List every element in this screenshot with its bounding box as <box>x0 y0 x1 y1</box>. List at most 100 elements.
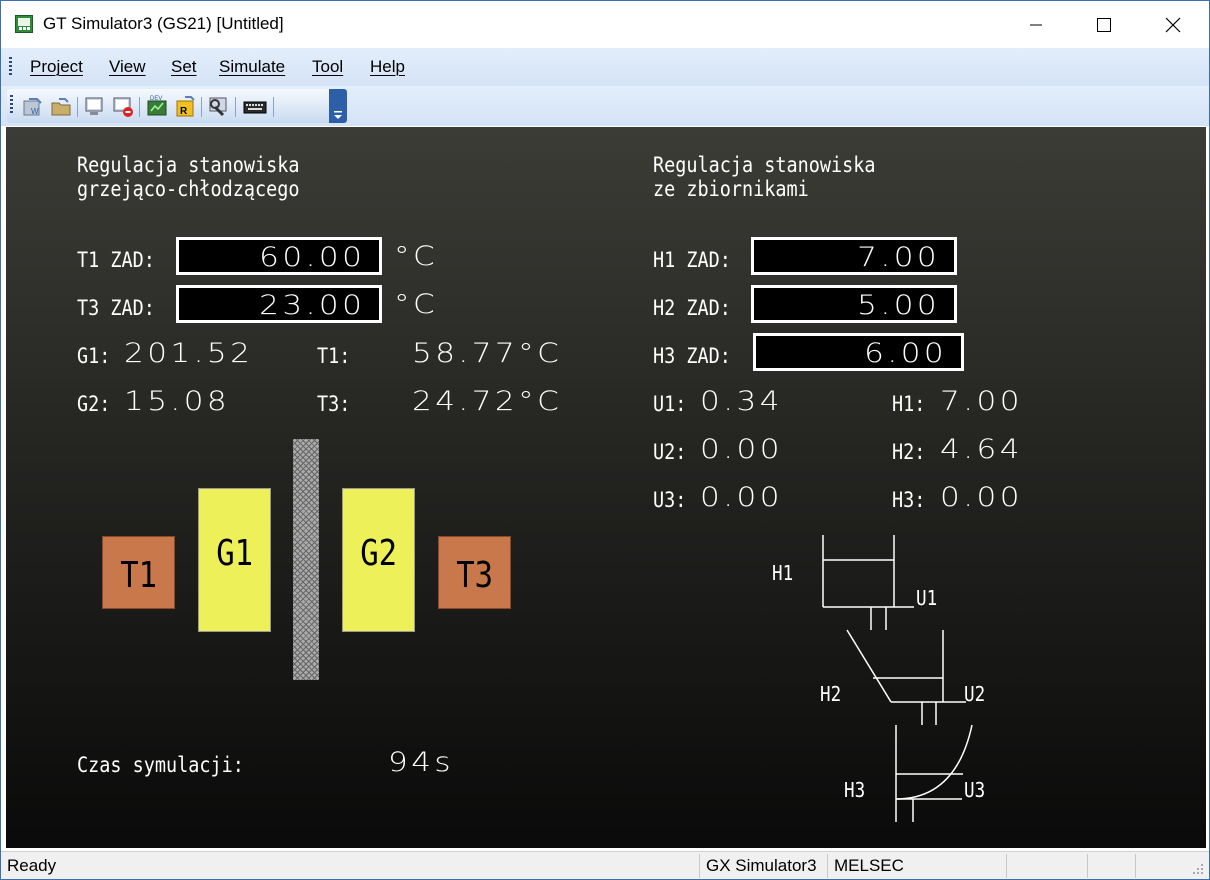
toolbar: W DEV R <box>1 86 1209 126</box>
toolbar-overflow-button[interactable] <box>329 89 347 123</box>
g2-block: G2 <box>342 488 415 632</box>
g1-label: G1: <box>77 344 111 368</box>
toolbar-grip[interactable] <box>10 95 13 115</box>
tank-h3-label: H3 <box>844 778 866 802</box>
close-button[interactable] <box>1138 1 1208 48</box>
minimize-icon <box>1030 24 1042 25</box>
t3-value: 24.72°C <box>412 386 563 417</box>
resize-grip-icon[interactable] <box>1191 862 1205 876</box>
svg-text:R: R <box>180 106 188 117</box>
window-title: GT Simulator3 (GS21) [Untitled] <box>43 14 284 33</box>
t1-value: 58.77°C <box>412 338 563 369</box>
right-title-line2: ze zbiornikami <box>653 177 809 201</box>
h1-zad-value: 7.00 <box>857 242 940 273</box>
h3-label: H3: <box>892 488 926 512</box>
status-text: Ready <box>7 856 57 875</box>
h3-zad-value: 6.00 <box>864 338 947 369</box>
t1-zad-input[interactable]: 60.00 <box>176 237 382 275</box>
menu-project[interactable]: Project <box>30 57 83 77</box>
t1-zad-unit: °C <box>394 241 439 272</box>
t1-zad-value: 60.00 <box>258 242 365 273</box>
g1-value: 201.52 <box>124 338 254 369</box>
left-title-line2: grzejąco-chłodzącego <box>77 177 300 201</box>
t3-label: T3: <box>317 392 351 416</box>
keyboard-icon[interactable] <box>243 95 267 119</box>
chevron-down-icon <box>334 111 342 119</box>
toolbar-strip: W DEV R <box>7 89 347 123</box>
script-icon[interactable]: R <box>173 95 197 119</box>
u3-label: U3: <box>653 488 687 512</box>
debug-icon[interactable] <box>207 95 231 119</box>
menu-bar: Project View Set Simulate Tool Help <box>1 48 1209 86</box>
sim-time-value: 94s <box>388 747 455 778</box>
t3-zad-value: 23.00 <box>258 290 365 321</box>
h1-value: 7.00 <box>940 386 1023 417</box>
t3-zad-input[interactable]: 23.00 <box>176 285 382 323</box>
separator-wall <box>293 439 319 680</box>
write-to-simulator-icon[interactable]: W <box>21 95 45 119</box>
sim-time-label: Czas symulacji: <box>77 753 244 777</box>
h2-value: 4.64 <box>940 434 1023 465</box>
left-title-line1: Regulacja stanowiska <box>77 153 300 177</box>
u1-label: U1: <box>653 392 687 416</box>
tank1-shape <box>822 535 914 630</box>
read-from-simulator-icon[interactable] <box>49 95 73 119</box>
device-monitor-icon[interactable]: DEV <box>145 95 169 119</box>
tank-u3-label: U3 <box>964 778 986 802</box>
g2-value: 15.08 <box>124 386 231 417</box>
t1-block-label: T1 <box>120 555 157 596</box>
title-bar[interactable]: GT Simulator3 (GS21) [Untitled] <box>1 1 1209 48</box>
h3-zad-label: H3 ZAD: <box>653 344 731 368</box>
tank2-shape <box>846 629 966 725</box>
h2-zad-value: 5.00 <box>857 290 940 321</box>
application-window: GT Simulator3 (GS21) [Untitled] Project … <box>0 0 1210 880</box>
tank-u2-label: U2 <box>964 682 986 706</box>
status-plc: MELSEC <box>834 856 904 875</box>
stop-monitor-icon[interactable] <box>111 95 135 119</box>
tank3-shape <box>895 724 973 822</box>
t3-zad-unit: °C <box>394 289 439 320</box>
t1-block: T1 <box>102 536 175 609</box>
svg-text:DEV: DEV <box>150 96 162 102</box>
h1-label: H1: <box>892 392 926 416</box>
minimize-button[interactable] <box>1001 1 1071 48</box>
app-icon <box>15 15 33 33</box>
menu-view[interactable]: View <box>109 57 146 77</box>
svg-text:W: W <box>31 107 39 116</box>
hmi-screen: Regulacja stanowiska grzejąco-chłodząceg… <box>6 127 1206 848</box>
t1-label: T1: <box>317 344 351 368</box>
close-icon <box>1165 17 1181 32</box>
g1-block-label: G1 <box>216 533 253 574</box>
status-simulator: GX Simulator3 <box>706 856 817 875</box>
u1-value: 0.34 <box>700 386 783 417</box>
t3-block: T3 <box>438 536 511 609</box>
h1-zad-label: H1 ZAD: <box>653 248 731 272</box>
h2-zad-input[interactable]: 5.00 <box>751 285 957 323</box>
menu-help[interactable]: Help <box>370 57 405 77</box>
g2-label: G2: <box>77 392 111 416</box>
menu-grip[interactable] <box>9 57 12 77</box>
tank-u1-label: U1 <box>916 586 938 610</box>
menu-tool[interactable]: Tool <box>312 57 343 77</box>
h3-value: 0.00 <box>940 482 1023 513</box>
menu-simulate[interactable]: Simulate <box>219 57 285 77</box>
t3-zad-label: T3 ZAD: <box>77 296 155 320</box>
h2-label: H2: <box>892 440 926 464</box>
menu-set[interactable]: Set <box>171 57 197 77</box>
right-title-line1: Regulacja stanowiska <box>653 153 876 177</box>
maximize-icon <box>1097 17 1111 32</box>
monitor-icon[interactable] <box>83 95 107 119</box>
h1-zad-input[interactable]: 7.00 <box>751 237 957 275</box>
g2-block-label: G2 <box>360 533 397 574</box>
u3-value: 0.00 <box>700 482 783 513</box>
u2-label: U2: <box>653 440 687 464</box>
u2-value: 0.00 <box>700 434 783 465</box>
h2-zad-label: H2 ZAD: <box>653 296 731 320</box>
maximize-button[interactable] <box>1069 1 1139 48</box>
status-bar: Ready GX Simulator3 MELSEC <box>1 851 1209 879</box>
tank-h2-label: H2 <box>820 682 842 706</box>
tank-h1-label: H1 <box>772 561 794 585</box>
t3-block-label: T3 <box>456 555 493 596</box>
g1-block: G1 <box>198 488 271 632</box>
h3-zad-input[interactable]: 6.00 <box>753 333 964 371</box>
